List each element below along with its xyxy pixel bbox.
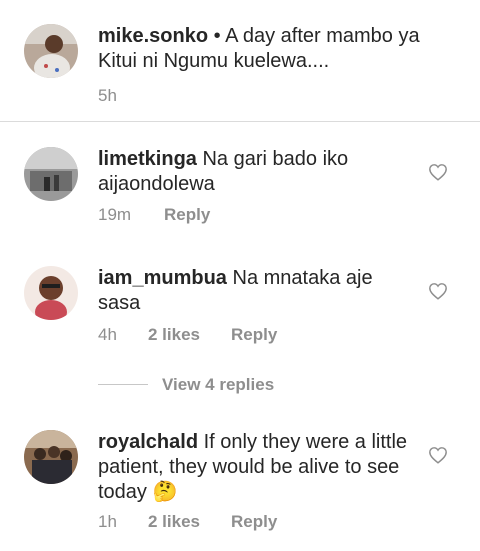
comment-username[interactable]: limetkinga [98,148,197,170]
comment-time: 1h [98,512,117,531]
reply-button[interactable]: Reply [231,512,277,532]
comment-text: royalchald If only they were a little pa… [98,430,408,505]
caption-text: mike.sonko • A day after mambo ya Kitui … [98,24,448,74]
caption-username[interactable]: mike.sonko [98,25,208,47]
avatar-iam-mumbua[interactable] [24,266,78,320]
avatar-limetkinga[interactable] [24,147,78,201]
comment-text: iam_mumbua Na mnataka aje sasa [98,266,398,316]
view-replies-button[interactable]: View 4 replies [162,375,274,395]
heart-outline-icon[interactable] [428,282,448,300]
comment-username[interactable]: royalchald [98,431,198,453]
likes-count[interactable]: 2 likes [148,325,200,345]
heart-outline-icon[interactable] [428,446,448,464]
likes-count[interactable]: 2 likes [148,512,200,532]
avatar-mike-sonko[interactable] [24,24,78,78]
heart-outline-icon[interactable] [428,163,448,181]
caption-time: 5h [98,86,117,105]
divider [0,121,480,122]
comment-time: 4h [98,325,117,344]
avatar-royalchald[interactable] [24,430,78,484]
reply-button[interactable]: Reply [231,325,277,345]
comment-text: limetkinga Na gari bado iko aijaondolewa [98,147,398,197]
reply-button[interactable]: Reply [164,205,210,225]
comment-username[interactable]: iam_mumbua [98,267,227,289]
replies-divider [98,384,148,385]
comment-time: 19m [98,205,132,224]
